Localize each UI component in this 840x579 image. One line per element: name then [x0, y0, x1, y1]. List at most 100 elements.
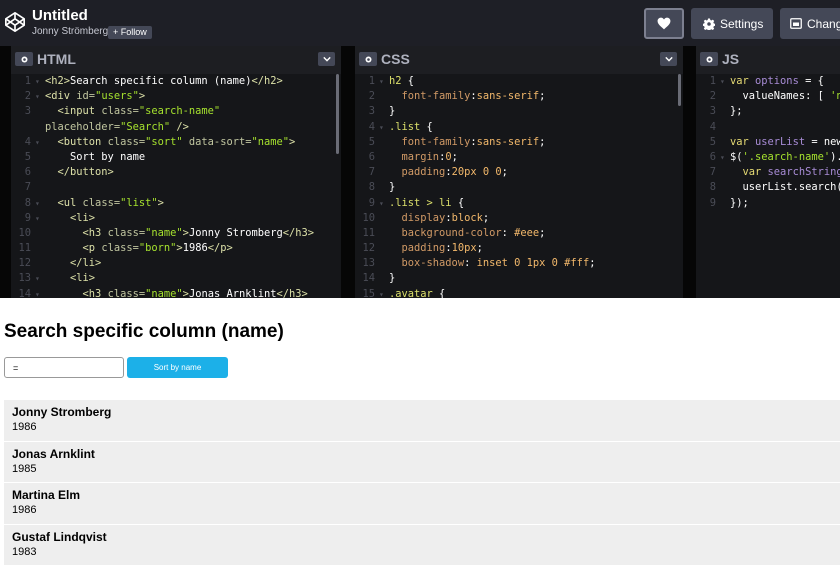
code-token: class=: [101, 105, 139, 118]
fold-arrow-icon[interactable]: ▾: [35, 89, 45, 104]
change-view-button[interactable]: Change: [780, 8, 840, 39]
fold-arrow-icon[interactable]: ▾: [35, 271, 45, 286]
code-line: 13 box-shadow: inset 0 1px 0 #fff;: [355, 256, 683, 271]
css-editor-title: CSS: [381, 51, 410, 67]
follow-button[interactable]: + Follow: [108, 26, 152, 39]
html-scrollbar[interactable]: [336, 74, 339, 154]
code-line: 3 <input class="search-name": [11, 104, 341, 119]
line-number: 8: [368, 181, 375, 194]
author-name[interactable]: Jonny Strömberg: [32, 26, 108, 37]
code-token: #eee: [514, 226, 540, 239]
code-token: >: [138, 90, 146, 103]
code-token: var: [742, 166, 768, 179]
code-line: 6 margin:0;: [355, 150, 683, 165]
css-editor-header: CSS: [355, 46, 683, 72]
code-line: 8 ▾ <ul class="list">: [11, 196, 341, 211]
code-line: 7 padding:20px 0 0;: [355, 165, 683, 180]
user-name: Jonas Arnklint: [12, 446, 95, 461]
js-code-area[interactable]: 1▾var options = {2 valueNames: [ 'na3};4…: [696, 74, 840, 298]
line-number: 15: [362, 287, 375, 298]
line-number: 10: [18, 226, 31, 239]
fold-arrow-icon[interactable]: ▾: [35, 287, 45, 298]
code-token: = {: [798, 75, 824, 87]
html-settings-button[interactable]: [15, 52, 33, 66]
code-token: "search-name": [138, 105, 221, 118]
code-token: placeholder=: [45, 120, 121, 133]
code-token: :: [501, 226, 515, 239]
code-token: </button>: [57, 166, 114, 179]
code-token: </h2>: [251, 75, 283, 87]
line-number: 14: [18, 287, 31, 298]
code-line: 3};: [696, 104, 840, 119]
code-token: <button: [57, 135, 108, 148]
fold-arrow-icon[interactable]: ▾: [379, 196, 389, 211]
top-header: Untitled Jonny Strömberg + Follow Settin…: [0, 0, 840, 46]
code-token: sans-serif: [476, 135, 540, 148]
fold-arrow-icon[interactable]: ▾: [379, 74, 389, 89]
line-number: 2: [709, 90, 716, 103]
css-collapse-button[interactable]: [660, 52, 677, 66]
code-token: searchString: [767, 166, 840, 179]
gear-icon: [706, 56, 712, 62]
code-token: ;: [539, 135, 546, 148]
code-token: <li>: [70, 211, 96, 224]
gear-icon: [703, 18, 715, 30]
heart-button[interactable]: [644, 8, 684, 39]
fold-arrow-icon[interactable]: ▾: [379, 120, 389, 135]
line-number: 13: [362, 257, 375, 270]
user-born-year: 1985: [12, 462, 37, 475]
code-token: Jonny Stromberg: [188, 226, 283, 239]
code-token: background-color: [401, 226, 502, 239]
code-token: }: [389, 272, 396, 285]
css-code-area[interactable]: 1 ▾ h2 {2 font-family:sans-serif; 3} 4 ▾ .list…: [355, 74, 683, 298]
code-token: 'na: [830, 90, 840, 103]
code-line: 6 ▾$('.search-name').o: [696, 150, 840, 165]
pen-title[interactable]: Untitled: [32, 7, 88, 24]
line-number: 14: [362, 272, 375, 285]
line-number: 12: [18, 257, 31, 270]
code-token: h2: [389, 75, 408, 87]
code-token: class=: [82, 196, 121, 209]
line-number: 1: [368, 75, 375, 87]
search-input[interactable]: [4, 357, 124, 378]
code-token: font-family: [401, 135, 471, 148]
settings-button[interactable]: Settings: [691, 8, 773, 39]
html-editor-title: HTML: [37, 51, 76, 67]
code-token: = new: [805, 135, 840, 148]
css-settings-button[interactable]: [359, 52, 377, 66]
fold-arrow-icon[interactable]: ▾: [720, 74, 730, 89]
fold-arrow-icon[interactable]: ▾: [720, 150, 730, 165]
code-token: class=: [107, 135, 146, 148]
code-token: 10px: [451, 242, 477, 255]
html-code-area[interactable]: 1 ▾ <h2>Search specific column (name)</h2>…: [11, 74, 341, 298]
fold-arrow-icon[interactable]: ▾: [379, 287, 389, 298]
code-line: 7: [11, 180, 341, 195]
line-number: 2: [24, 90, 31, 103]
html-collapse-button[interactable]: [318, 52, 335, 66]
css-scrollbar[interactable]: [678, 74, 681, 106]
fold-arrow-icon[interactable]: ▾: [35, 211, 45, 226]
code-token: ;: [589, 257, 596, 270]
code-token: "name": [145, 287, 183, 298]
fold-arrow-icon[interactable]: ▾: [35, 196, 45, 211]
line-number: 6: [368, 150, 375, 163]
fold-arrow-icon[interactable]: ▾: [35, 74, 45, 89]
code-token: Jonas Arnklint: [188, 287, 277, 298]
codepen-logo-icon[interactable]: [4, 11, 26, 33]
code-token: </h3>: [282, 226, 315, 239]
code-line: 12 padding:10px;: [355, 241, 683, 256]
line-number: 8: [709, 181, 716, 194]
line-number: 5: [368, 135, 375, 148]
code-token: <p: [82, 242, 102, 255]
line-number: 11: [18, 242, 31, 255]
js-editor-header: JS: [696, 46, 840, 72]
code-token: }: [389, 105, 396, 118]
js-settings-button[interactable]: [700, 52, 718, 66]
fold-arrow-icon[interactable]: ▾: [35, 135, 45, 150]
sort-by-name-button[interactable]: Sort by name: [127, 357, 228, 378]
